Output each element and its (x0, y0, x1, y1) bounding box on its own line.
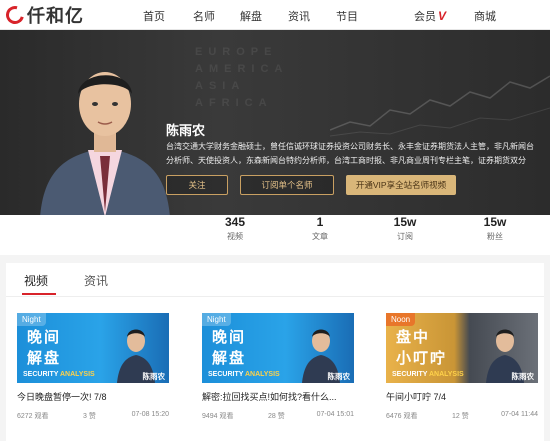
video-likes: 12 赞 (452, 413, 469, 420)
video-title[interactable]: 今日晚盘暂停一次! 7/8 (17, 390, 169, 403)
thumb-title-line-1: 晚间 (27, 329, 62, 346)
bg-text-asia: ASIA (195, 80, 246, 92)
thumb-subtitle: SECURITY ANALYSIS (23, 371, 95, 378)
thumb-title-line-2: 解盘 (212, 350, 247, 367)
nav-membership-label: 会员 (414, 11, 436, 23)
logo-mark-icon (2, 2, 28, 28)
stat-label: 视频 (227, 232, 243, 241)
stat-label: 粉丝 (487, 232, 503, 241)
thumb-title-line-1: 晚间 (212, 329, 247, 346)
video-likes: 28 赞 (268, 413, 285, 420)
bg-text-africa: AFRICA (195, 97, 273, 109)
site-logo[interactable]: 仟和亿 (2, 2, 84, 28)
nav-teachers[interactable]: 名师 (193, 8, 215, 24)
video-thumbnail[interactable]: Night 晚间 解盘 SECURITY ANALYSIS 陈雨农 (17, 313, 169, 383)
follow-button[interactable]: 关注 (166, 175, 228, 195)
bg-text-america: AMERICA (195, 63, 289, 75)
thumb-title-line-2: 解盘 (27, 350, 62, 367)
thumb-subtitle: SECURITY ANALYSIS (392, 371, 464, 378)
nav-home[interactable]: 首页 (143, 8, 165, 24)
video-views: 6272 观看 (17, 413, 49, 420)
video-thumbnail[interactable]: Night 晚间 解盘 SECURITY ANALYSIS 陈雨农 (202, 313, 354, 383)
nav-mall[interactable]: 商城 (474, 8, 496, 24)
moon-badge: Night (202, 313, 231, 326)
content-tabs: 视频 资讯 (6, 263, 544, 297)
logo-text: 仟和亿 (27, 6, 84, 27)
teacher-stats: 345 视频 1 文章 15w 订阅 15w 粉丝 (0, 215, 550, 255)
video-meta: 9494 观看 28 赞 07-04 15:01 (202, 411, 354, 421)
stat-value: 1 (316, 215, 324, 229)
stat-articles: 1 文章 (280, 215, 360, 242)
video-meta: 6476 观看 12 赞 07-04 11:44 (386, 411, 538, 421)
video-thumbnail[interactable]: Noon 盘中 小叮咛 SECURITY ANALYSIS 陈雨农 (386, 313, 538, 383)
stat-fans: 15w 粉丝 (455, 215, 535, 242)
video-card[interactable]: Night 晚间 解盘 SECURITY ANALYSIS 陈雨农 今日晚盘暂停… (17, 313, 169, 421)
video-title[interactable]: 解密:拉回找买点!如何找?看什么... (202, 390, 354, 403)
vip-icon: V (438, 9, 447, 23)
stat-label: 订阅 (397, 232, 413, 241)
video-card[interactable]: Noon 盘中 小叮咛 SECURITY ANALYSIS 陈雨农 午间小叮咛 … (386, 313, 538, 421)
stat-subscriptions: 15w 订阅 (365, 215, 445, 242)
teacher-bio-line-1: 台湾交通大学财务金融硕士，曾任信诚环球证券投资公司财务长、永丰金证券期货法人主管… (166, 142, 534, 151)
nav-market-analysis[interactable]: 解盘 (240, 8, 262, 24)
thumb-subtitle-b: ANALYSIS (59, 371, 95, 378)
teacher-bio: 台湾交通大学财务金融硕士，曾任信诚环球证券投资公司财务长、永丰金证券期货法人主管… (166, 140, 550, 168)
thumb-subtitle: SECURITY ANALYSIS (208, 371, 280, 378)
thumb-title-line-1: 盘中 (396, 329, 431, 346)
video-date: 07-08 15:20 (131, 411, 169, 418)
thumb-teacher-name: 陈雨农 (511, 372, 535, 381)
nav-programs[interactable]: 节目 (336, 8, 358, 24)
bg-text-europe: EUROPE (195, 46, 278, 58)
thumb-teacher-name: 陈雨农 (142, 372, 166, 381)
stat-value: 15w (393, 215, 417, 229)
tab-video[interactable]: 视频 (24, 272, 48, 289)
video-views: 9494 观看 (202, 413, 234, 420)
thumb-title-line-2: 小叮咛 (396, 350, 448, 367)
stat-value: 15w (483, 215, 507, 229)
video-list: Night 晚间 解盘 SECURITY ANALYSIS 陈雨农 今日晚盘暂停… (6, 297, 544, 441)
stat-value: 345 (224, 215, 246, 229)
video-date: 07-04 11:44 (501, 411, 538, 418)
video-views: 6476 观看 (386, 413, 418, 420)
nav-membership[interactable]: 会员 V (414, 8, 446, 24)
sun-badge: Noon (386, 313, 416, 326)
tab-news[interactable]: 资讯 (84, 272, 108, 289)
video-title[interactable]: 午间小叮咛 7/4 (386, 390, 538, 403)
hero-background-chart-icon (330, 75, 550, 137)
stat-videos: 345 视频 (195, 215, 275, 242)
teacher-bio-line-2: 分析师、天使投资人，东森新闻台特约分析师，台湾工商时报、非凡商业周刊专栏主笔，证… (166, 156, 526, 165)
teacher-avatar (40, 72, 170, 215)
video-likes: 3 赞 (83, 413, 96, 420)
subscribe-teacher-button[interactable]: 订阅单个名师 (240, 175, 334, 195)
open-vip-button[interactable]: 开通VIP享全站名师视频 (346, 175, 456, 195)
video-date: 07-04 15:01 (316, 411, 354, 418)
moon-badge: Night (17, 313, 46, 326)
thumb-subtitle-a: SECURITY (23, 371, 59, 378)
thumb-subtitle-b: ANALYSIS (428, 371, 464, 378)
teacher-name: 陈雨农 (166, 123, 206, 138)
stat-label: 文章 (312, 232, 328, 241)
nav-news[interactable]: 资讯 (288, 8, 310, 24)
thumb-subtitle-a: SECURITY (392, 371, 428, 378)
video-card[interactable]: Night 晚间 解盘 SECURITY ANALYSIS 陈雨农 解密:拉回找… (202, 313, 354, 421)
top-nav-bar: 仟和亿 首页 名师 解盘 资讯 节目 会员 V 商城 (0, 0, 550, 30)
hero-background-world-text: EUROPE AMERICA ASIA AFRICA (195, 44, 288, 112)
active-tab-indicator (22, 293, 56, 295)
thumb-subtitle-b: ANALYSIS (244, 371, 280, 378)
video-meta: 6272 观看 3 赞 07-08 15:20 (17, 411, 169, 421)
thumb-subtitle-a: SECURITY (208, 371, 244, 378)
thumb-teacher-name: 陈雨农 (327, 372, 351, 381)
